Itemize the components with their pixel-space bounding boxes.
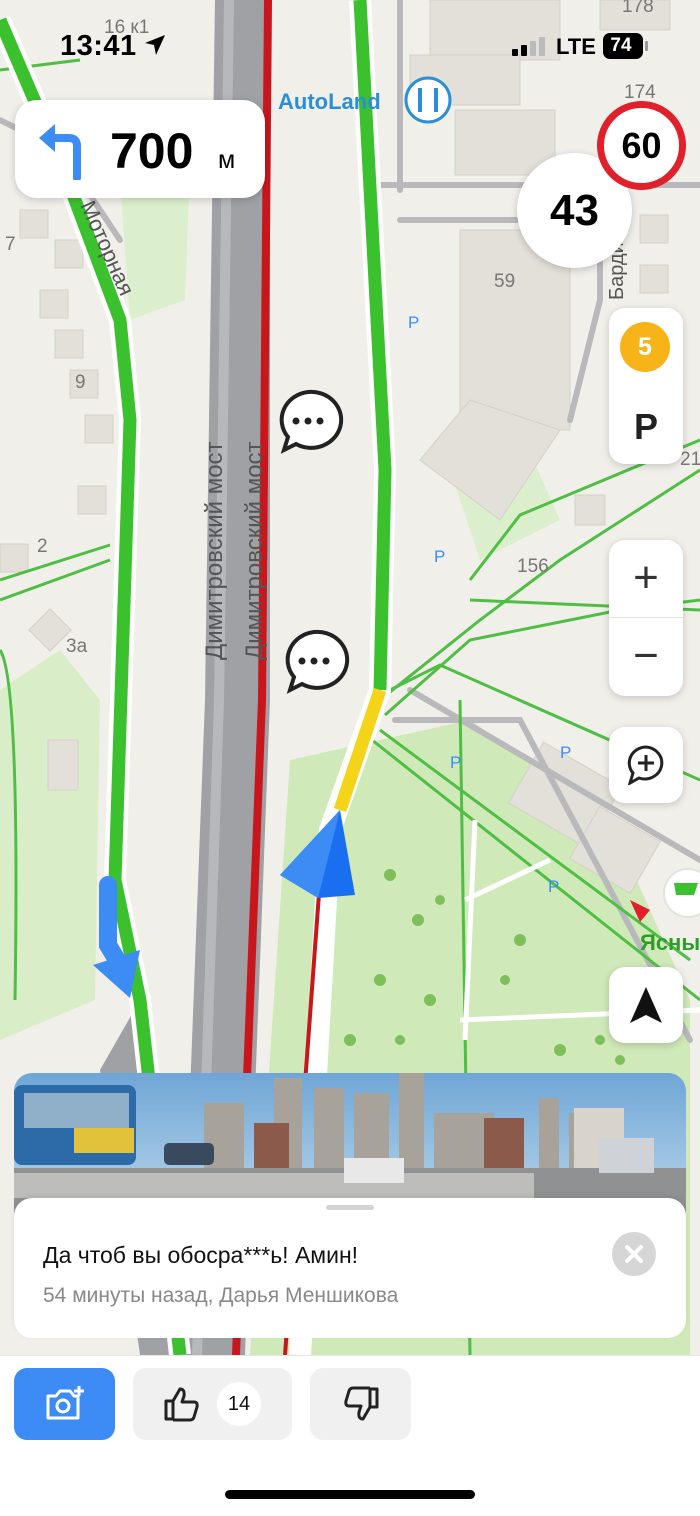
status-time: 13:41 (60, 30, 137, 62)
comment-text: Да чтоб вы обосра***ь! Амин! (43, 1242, 359, 1268)
add-photo-button[interactable] (14, 1368, 115, 1440)
zoom-in-button[interactable]: + (609, 541, 683, 617)
close-icon (625, 1245, 643, 1263)
cellular-signal-icon (512, 37, 545, 56)
event-comment-card[interactable]: Да чтоб вы обосра***ь! Амин! 54 минуты н… (14, 1198, 686, 1338)
building-number: 7 (5, 234, 16, 255)
add-photo-camera-icon (46, 1386, 84, 1420)
building-number: 9 (75, 372, 86, 393)
building-number: 3а (66, 636, 88, 657)
event-actions-bar: 14 (0, 1355, 700, 1516)
svg-text:P: P (408, 313, 419, 332)
navigation-arrow-icon (630, 987, 662, 1023)
road-photo-image (14, 1073, 686, 1218)
event-photo[interactable] (14, 1073, 686, 1218)
network-type: LTE (556, 34, 596, 59)
add-comment-icon (627, 745, 664, 785)
comment-bubble-icon[interactable] (285, 629, 350, 694)
svg-text:P: P (450, 753, 461, 772)
add-road-event-button[interactable] (609, 727, 683, 803)
maneuver-distance: 700 (110, 123, 194, 179)
turn-left-icon (39, 124, 81, 180)
thumbs-down-icon (344, 1386, 379, 1421)
comment-meta: 54 минуты назад, Дарья Меншикова (43, 1284, 399, 1307)
next-maneuver-card[interactable]: 700 м (15, 100, 265, 198)
building-number: 2 (37, 536, 48, 557)
comment-bubble-icon[interactable] (279, 389, 344, 454)
thumbs-up-icon (164, 1387, 199, 1422)
speed-limit-sign: 60 (597, 101, 686, 190)
sheet-drag-handle[interactable] (326, 1205, 374, 1210)
dislike-button[interactable] (310, 1368, 411, 1440)
building-number: 156 (517, 556, 549, 577)
like-button[interactable]: 14 (133, 1368, 292, 1440)
poi-autoland-label: AutoLand (278, 89, 381, 114)
building-number: 59 (494, 271, 515, 292)
parking-button[interactable]: P (609, 398, 683, 456)
bridge-label-1: Димитровский мост (201, 441, 228, 660)
zoom-divider (609, 617, 683, 618)
svg-text:P: P (560, 743, 571, 762)
building-number: 21 (680, 449, 700, 470)
close-button[interactable] (612, 1232, 656, 1276)
status-bar: 13:41 LTE 74 (0, 0, 700, 90)
poi-yasny-label: Ясны (640, 930, 700, 955)
svg-text:P: P (434, 547, 445, 566)
battery-level: 74 (610, 35, 632, 56)
location-services-icon (145, 35, 165, 55)
recenter-button[interactable] (609, 967, 683, 1043)
home-indicator[interactable] (225, 1490, 475, 1499)
maneuver-distance-unit: м (218, 146, 236, 174)
zoom-out-button[interactable]: − (609, 619, 683, 695)
bridge-label-2: Димитровский мост (241, 441, 268, 660)
like-count: 14 (217, 1382, 261, 1426)
svg-text:P: P (548, 877, 559, 896)
road-events-button[interactable]: 5 (620, 322, 670, 372)
